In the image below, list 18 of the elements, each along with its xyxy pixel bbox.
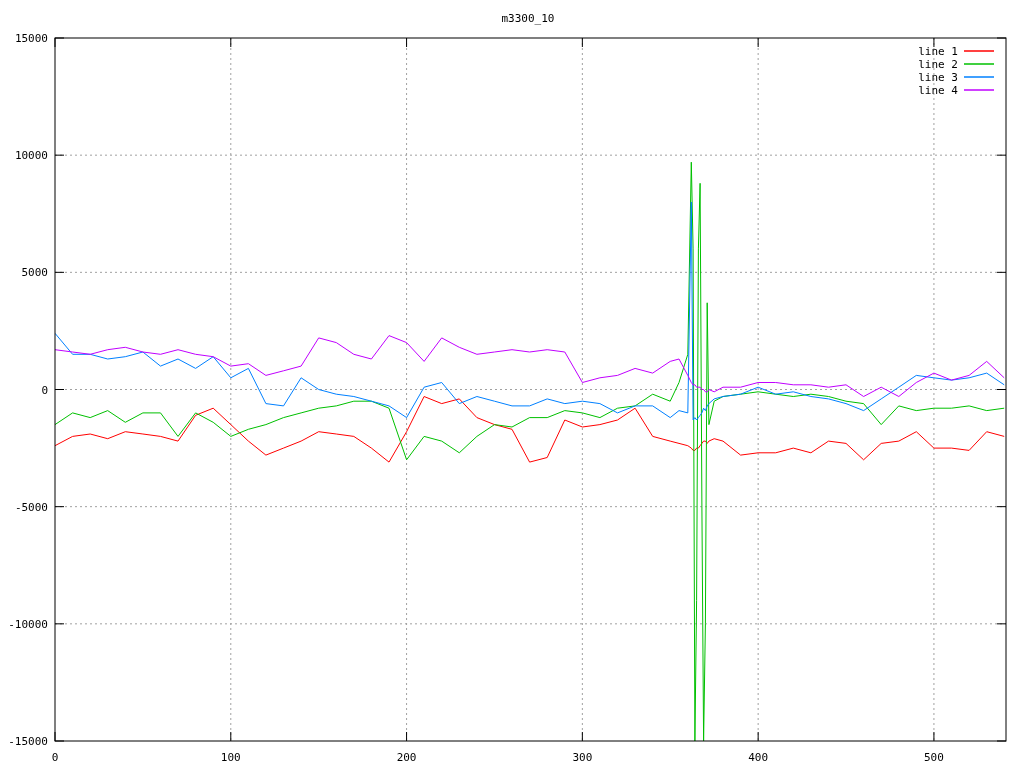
x-tick-label: 500	[924, 751, 944, 764]
legend-label: line 1	[918, 45, 958, 58]
y-tick-label: -15000	[8, 735, 48, 748]
y-tick-label: 0	[41, 383, 48, 397]
x-tick-label: 200	[396, 751, 417, 764]
chart-title: m3300_10	[501, 12, 555, 25]
x-tick-label: 400	[748, 751, 769, 764]
x-tick-label: 100	[220, 751, 241, 764]
legend-label: line 2	[918, 58, 958, 71]
legend-label: line 4	[918, 84, 958, 97]
legend-label: line 3	[918, 71, 958, 84]
y-tick-label: 5000	[21, 266, 48, 280]
y-tick-label: -5000	[14, 500, 48, 514]
y-tick-label: -10000	[8, 617, 48, 631]
y-tick-label: 15000	[14, 32, 48, 45]
x-tick-label: 300	[572, 751, 593, 764]
x-tick-label: 0	[51, 751, 59, 764]
y-tick-label: 10000	[14, 149, 48, 163]
